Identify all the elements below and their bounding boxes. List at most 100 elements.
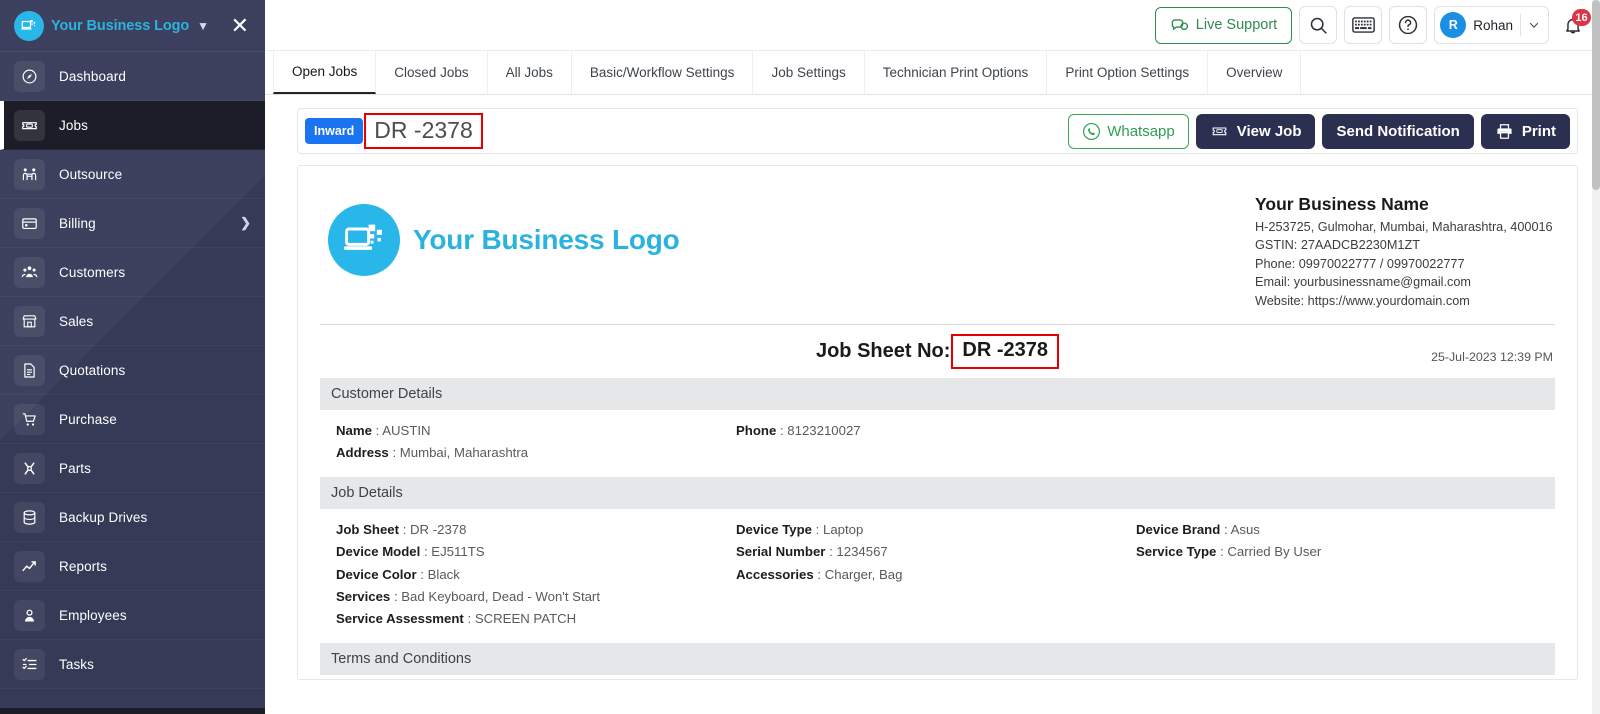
job-sheet-document: Your Business Logo Your Business Name H-… (297, 165, 1578, 680)
sidebar-item-label: Outsource (59, 166, 123, 182)
job-details-body: Job Sheet : DR -2378 Device Model : EJ51… (320, 509, 1555, 640)
tab-technician-print-options[interactable]: Technician Print Options (864, 51, 1048, 94)
users-group-icon (14, 256, 45, 288)
service-type-label: Service Type (1136, 544, 1217, 560)
sidebar-item-sales[interactable]: Sales (0, 297, 265, 346)
print-button[interactable]: Print (1480, 113, 1570, 149)
main-area: Live Support R Rohan 16 Open Jobs Closed… (265, 0, 1600, 714)
ticket-icon (1212, 127, 1227, 136)
accessories-label: Accessories (736, 566, 814, 582)
app-root: Your Business Logo ▼ ✕ Dashboard Jobs Outs… (0, 0, 1600, 714)
service-assessment-label: Service Assessment (336, 610, 464, 626)
sidebar-item-tasks[interactable]: Tasks (0, 640, 265, 689)
send-notification-button[interactable]: Send Notification (1322, 113, 1474, 149)
sidebar-nav: Dashboard Jobs Outsource Billing ❯ Customers S… (0, 52, 265, 689)
user-badge-icon (14, 599, 45, 631)
service-assessment-row: Service Assessment : SCREEN PATCH (336, 610, 577, 626)
compass-icon (14, 60, 45, 92)
accessories-value: Charger, Bag (824, 566, 903, 582)
tab-overview[interactable]: Overview (1208, 51, 1302, 94)
customer-name-label: Name (336, 423, 372, 439)
customer-phone-row: Phone : 8123210027 (736, 423, 861, 439)
sidebar-item-label: Parts (59, 460, 92, 476)
laptop-pixel-icon (328, 204, 400, 276)
sidebar-item-parts[interactable]: Parts (0, 444, 265, 493)
customer-details-body: Name : AUSTIN Address : Mumbai, Maharash… (320, 410, 1555, 474)
tab-closed-jobs[interactable]: Closed Jobs (376, 51, 488, 94)
document-logo: Your Business Logo (320, 190, 680, 276)
job-sheet-number-row: Job Sheet No: DR -2378 25-Jul-2023 12:39… (320, 325, 1555, 375)
serial-number-label: Serial Number (736, 544, 826, 560)
sidebar-item-purchase[interactable]: Purchase (0, 395, 265, 444)
user-name: Rohan (1473, 17, 1513, 33)
whatsapp-button[interactable]: Whatsapp (1068, 113, 1189, 149)
sidebar-item-employees[interactable]: Employees (0, 591, 265, 640)
avatar: R (1440, 12, 1467, 38)
tab-job-settings[interactable]: Job Settings (753, 51, 865, 94)
sidebar-item-label: Tasks (59, 656, 95, 672)
view-job-button[interactable]: View Job (1195, 113, 1316, 149)
customer-phone-label: Phone (736, 423, 777, 439)
terms-body: 1. It is the customer's responsibility t… (320, 675, 1555, 679)
keyboard-button[interactable] (1344, 6, 1383, 44)
job-sheet-row: Job Sheet : DR -2378 (336, 522, 467, 538)
sidebar-item-label: Employees (59, 607, 127, 623)
gears-icon (14, 452, 45, 484)
sidebar-item-reports[interactable]: Reports (0, 542, 265, 591)
sidebar-item-label: Reports (59, 558, 107, 574)
scrollbar-thumb[interactable] (1592, 0, 1600, 190)
sidebar-item-quotations[interactable]: Quotations (0, 346, 265, 395)
sidebar-item-dashboard[interactable]: Dashboard (0, 52, 265, 101)
search-button[interactable] (1299, 6, 1338, 44)
divider (1520, 14, 1521, 36)
chevron-down-icon[interactable]: ▼ (197, 20, 209, 32)
sidebar-brand[interactable]: Your Business Logo ▼ ✕ (0, 0, 265, 52)
tab-open-jobs[interactable]: Open Jobs (273, 51, 377, 94)
device-type-value: Laptop (823, 522, 864, 538)
brand-text: Your Business Logo (51, 17, 190, 34)
search-icon (1310, 17, 1327, 34)
tab-all-jobs[interactable]: All Jobs (487, 51, 572, 94)
keyboard-icon (1351, 17, 1375, 33)
notifications-button[interactable]: 16 (1556, 6, 1591, 44)
customer-details-header: Customer Details (320, 378, 1555, 411)
device-type-row: Device Type : Laptop (736, 522, 864, 538)
customer-phone-value: 8123210027 (787, 423, 861, 439)
sidebar-item-label: Sales (59, 313, 94, 329)
services-row: Services : Bad Keyboard, Dead - Won't St… (336, 588, 600, 604)
sidebar-item-label: Backup Drives (59, 509, 148, 525)
sidebar-item-customers[interactable]: Customers (0, 248, 265, 297)
device-model-label: Device Model (336, 544, 421, 560)
accessories-row: Accessories : Charger, Bag (736, 566, 903, 582)
live-support-label: Live Support (1195, 17, 1278, 33)
device-color-value: Black (427, 566, 460, 582)
chart-line-icon (14, 550, 45, 582)
tab-basic-workflow-settings[interactable]: Basic/Workflow Settings (571, 51, 754, 94)
customer-name-value: AUSTIN (382, 423, 431, 439)
sidebar-item-backup-drives[interactable]: Backup Drives (0, 493, 265, 542)
user-menu[interactable]: R Rohan (1434, 6, 1549, 44)
document-logo-text: Your Business Logo (413, 224, 680, 255)
service-assessment-value: SCREEN PATCH (474, 610, 577, 626)
cart-icon (14, 403, 45, 435)
close-icon[interactable]: ✕ (231, 14, 249, 37)
customer-address-label: Address (336, 445, 389, 461)
people-exchange-icon (14, 158, 45, 190)
sidebar-item-jobs[interactable]: Jobs (0, 101, 265, 150)
send-notification-label: Send Notification (1336, 122, 1460, 140)
sidebar-item-label: Quotations (59, 362, 126, 378)
job-sheet-field-label: Job Sheet (336, 522, 400, 538)
sidebar-item-outsource[interactable]: Outsource (0, 150, 265, 199)
tab-bar: Open Jobs Closed Jobs All Jobs Basic/Workfl… (265, 51, 1600, 95)
live-support-button[interactable]: Live Support (1154, 6, 1293, 44)
whatsapp-icon (1083, 122, 1101, 140)
help-button[interactable] (1389, 6, 1428, 44)
chevron-right-icon[interactable]: ❯ (240, 215, 251, 231)
business-email: Email: yourbusinessname@gmail.com (1255, 275, 1471, 290)
sidebar-item-billing[interactable]: Billing ❯ (0, 199, 265, 248)
service-type-row: Service Type : Carried By User (1136, 544, 1322, 560)
tab-print-option-settings[interactable]: Print Option Settings (1047, 51, 1209, 94)
page-scrollbar[interactable] (1592, 0, 1600, 714)
device-color-row: Device Color : Black (336, 566, 460, 582)
database-icon (14, 501, 45, 533)
